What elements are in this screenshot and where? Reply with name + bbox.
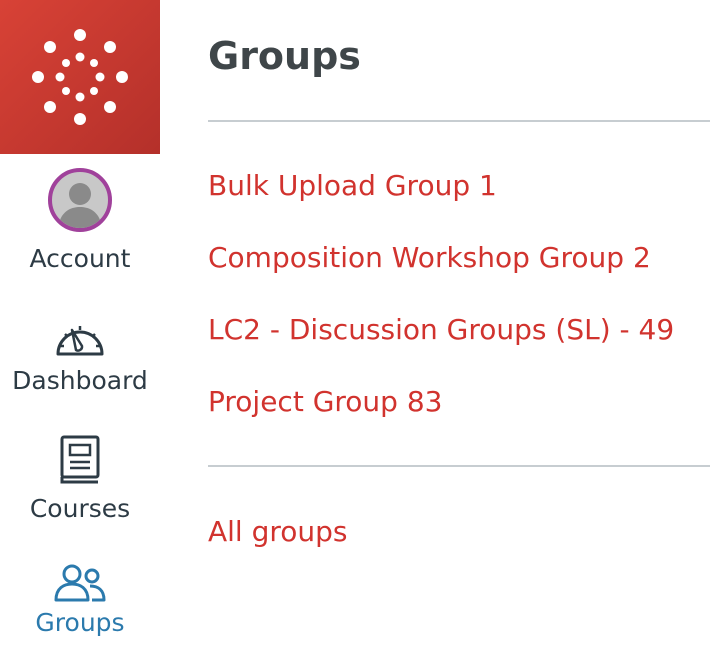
nav-item-account[interactable]: Account [0, 168, 160, 274]
avatar [48, 168, 112, 232]
group-link[interactable]: LC2 - Discussion Groups (SL) - 49 [208, 312, 674, 348]
nav-label-account: Account [29, 244, 131, 273]
nav-label-groups: Groups [35, 608, 125, 637]
all-groups-link[interactable]: All groups [208, 514, 348, 550]
nav-item-dashboard[interactable]: Dashboard [0, 318, 160, 396]
groups-people-icon [54, 564, 106, 602]
courses-book-icon [60, 435, 100, 484]
divider-top [208, 120, 710, 122]
global-navigation: Account Dashboard Courses Groups [0, 0, 160, 668]
canvas-logo[interactable] [0, 0, 160, 154]
groups-tray: Groups Bulk Upload Group 1 Composition W… [208, 0, 710, 668]
dashboard-gauge-icon [56, 326, 104, 356]
group-link[interactable]: Composition Workshop Group 2 [208, 240, 651, 276]
nav-item-groups[interactable]: Groups [0, 562, 160, 638]
canvas-logo-icon [32, 29, 128, 125]
nav-label-courses: Courses [29, 494, 131, 523]
nav-label-dashboard: Dashboard [12, 366, 148, 395]
nav-item-courses[interactable]: Courses [0, 434, 160, 524]
group-link[interactable]: Bulk Upload Group 1 [208, 168, 497, 204]
divider-bottom [208, 465, 710, 467]
user-silhouette-icon [58, 183, 102, 228]
tray-title: Groups [208, 34, 361, 78]
group-link[interactable]: Project Group 83 [208, 384, 442, 420]
